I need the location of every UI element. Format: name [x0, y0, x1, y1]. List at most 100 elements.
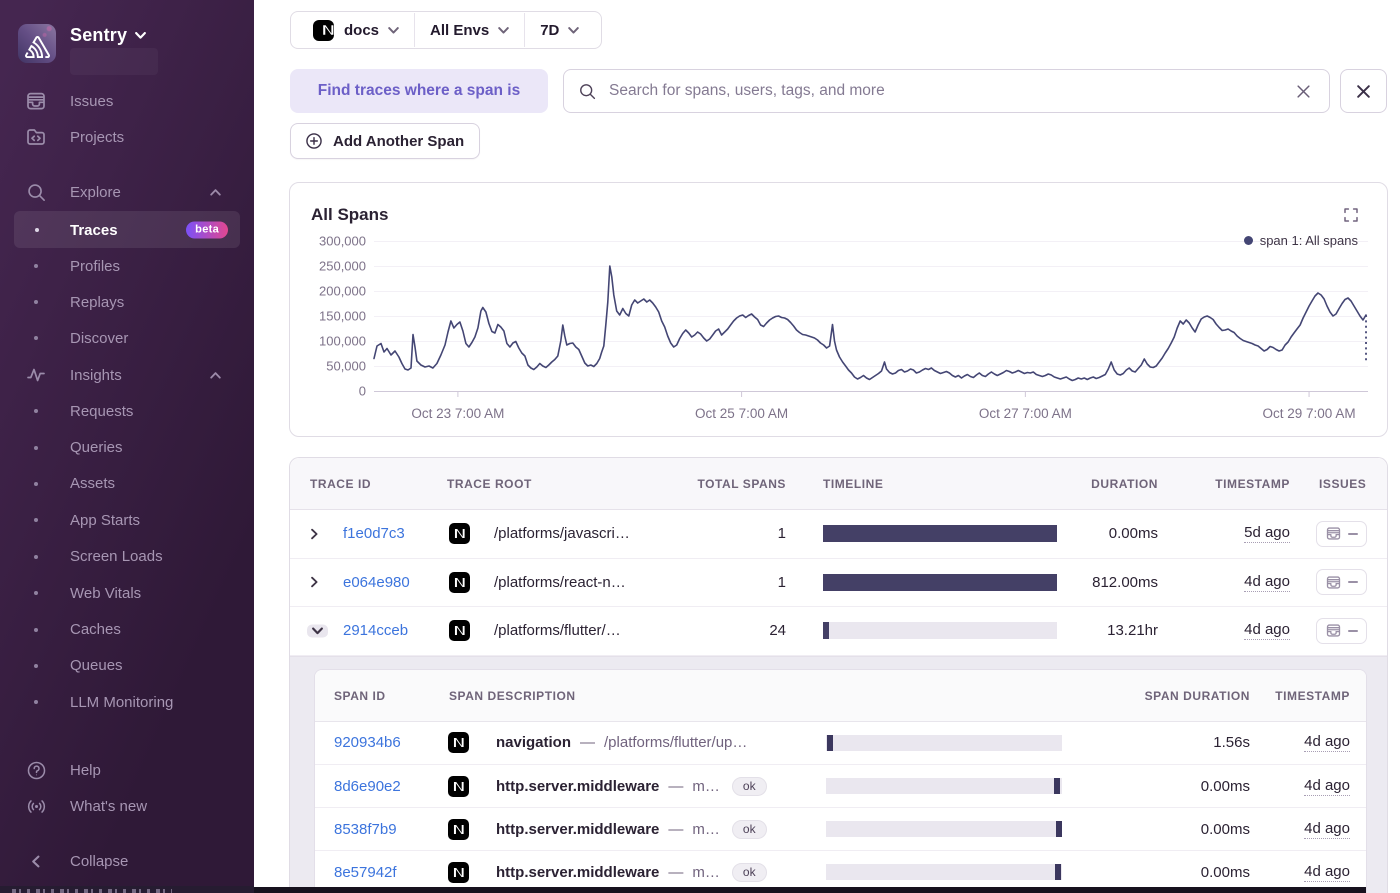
svg-text:0: 0: [359, 384, 366, 399]
sidebar-item-label: Screen Loads: [70, 548, 163, 566]
sidebar-item-app-starts[interactable]: App Starts: [0, 502, 254, 538]
total-spans: 1: [777, 525, 786, 543]
nextjs-icon: [449, 571, 470, 593]
sidebar-item-requests[interactable]: Requests: [0, 393, 254, 429]
span-timestamp[interactable]: 4d ago: [1304, 777, 1350, 796]
remove-span-filter-button[interactable]: [1340, 69, 1387, 113]
fullscreen-icon[interactable]: [1344, 208, 1358, 222]
sentry-logo[interactable]: [18, 24, 56, 63]
sidebar-item-assets[interactable]: Assets: [0, 466, 254, 502]
trace-timestamp[interactable]: 5d ago: [1244, 524, 1290, 544]
issues-icon: [1326, 526, 1341, 541]
dash-icon: [1347, 532, 1358, 535]
search-input[interactable]: [609, 82, 1292, 100]
issues-button[interactable]: [1316, 569, 1367, 596]
sidebar-item-queues[interactable]: Queues: [0, 648, 254, 684]
spans-subtable-header: SPAN ID SPAN DESCRIPTION SPAN DURATION TIME…: [315, 669, 1366, 722]
expand-row-chevron-icon[interactable]: [311, 528, 318, 540]
period-filter[interactable]: 7D: [525, 12, 594, 48]
trace-duration: 13.21hr: [1107, 622, 1158, 640]
span-id-link[interactable]: 920934b6: [334, 734, 401, 751]
status-badge: ok: [731, 819, 767, 839]
timeline-bar: [823, 622, 829, 640]
trace-timestamp[interactable]: 4d ago: [1244, 621, 1290, 641]
trace-id-link[interactable]: f1e0d7c3: [343, 525, 405, 542]
bullet-icon: [34, 481, 38, 486]
chevron-down-icon: [559, 26, 580, 34]
sidebar-item-caches[interactable]: Caches: [0, 611, 254, 647]
chevron-up-icon: [210, 188, 221, 196]
sidebar-item-discover[interactable]: Discover: [0, 320, 254, 356]
org-switcher[interactable]: Sentry: [18, 24, 158, 75]
legend-dot: [1243, 236, 1253, 245]
sidebar-item-explore[interactable]: Explore: [0, 174, 254, 210]
span-timestamp[interactable]: 4d ago: [1304, 733, 1350, 753]
span-id-link[interactable]: 8d6e90e2: [334, 778, 401, 795]
span-timestamp[interactable]: 4d ago: [1304, 863, 1350, 882]
span-row-920934b6: 920934b6 navigation — /platforms/flutter/up…: [315, 722, 1366, 765]
circle-plus-icon: [306, 133, 322, 149]
nextjs-icon: [448, 775, 469, 797]
sidebar-item-profiles[interactable]: Profiles: [0, 248, 254, 284]
sidebar-footer-nav: Help What's new: [0, 752, 254, 824]
trace-root: /platforms/javascri…: [494, 525, 630, 543]
nextjs-icon: [448, 732, 469, 754]
issues-button[interactable]: [1316, 617, 1367, 644]
project-filter[interactable]: docs: [298, 12, 414, 48]
span-id-link[interactable]: 8e57942f: [334, 864, 397, 881]
trace-timestamp[interactable]: 4d ago: [1244, 573, 1290, 592]
timeline-track: [823, 573, 1057, 591]
all-spans-line-chart[interactable]: 0 50,000 100,000 150,000 200,000 250,000 300,0…: [290, 183, 1387, 436]
column-header-issues: ISSUES: [1319, 477, 1367, 491]
bullet-icon: [34, 663, 38, 668]
sidebar-item-label: App Starts: [70, 511, 141, 529]
sidebar-collapse-button[interactable]: Collapse: [0, 843, 254, 879]
trace-duration: 812.00ms: [1092, 573, 1158, 591]
sidebar-item-traces[interactable]: Traces beta: [0, 211, 254, 248]
trace-id-link[interactable]: 2914cceb: [343, 622, 408, 639]
nextjs-icon: [313, 19, 334, 41]
span-row-8538f7b9: 8538f7b9 http.server.middleware — m… ok 0.00m…: [315, 808, 1366, 852]
sidebar-item-issues[interactable]: Issues: [0, 83, 254, 119]
sidebar-item-what-s-new[interactable]: What's new: [0, 788, 254, 824]
sidebar-item-insights[interactable]: Insights: [0, 357, 254, 393]
expand-row-chevron-icon[interactable]: [311, 577, 318, 588]
span-timeline-track: [826, 778, 1062, 795]
subcolumn-header-timestamp: TIMESTAMP: [1275, 688, 1350, 703]
column-header-duration: DURATION: [1091, 477, 1158, 491]
environment-filter[interactable]: All Envs: [415, 12, 524, 48]
span-timestamp[interactable]: 4d ago: [1304, 820, 1350, 839]
sidebar-item-label: Profiles: [70, 257, 121, 275]
span-description: m…: [692, 777, 720, 795]
sidebar-item-screen-loads[interactable]: Screen Loads: [0, 539, 254, 575]
svg-text:50,000: 50,000: [326, 359, 366, 374]
bullet-icon: [34, 518, 38, 523]
sidebar-item-help[interactable]: Help: [0, 752, 254, 788]
all-spans-chart-card: All Spans span 1: All spans 0 50,000 100,0…: [289, 182, 1388, 437]
sidebar-item-label: Queues: [70, 657, 123, 675]
trace-row-e064e980: e064e980/platforms/react-n… 1 812.00ms 4d a…: [290, 558, 1387, 608]
sidebar-item-web-vitals[interactable]: Web Vitals: [0, 575, 254, 611]
collapse-row-chevron-icon[interactable]: [307, 624, 328, 638]
project-filter-value: docs: [344, 21, 380, 39]
sidebar-item-replays[interactable]: Replays: [0, 284, 254, 320]
sidebar-item-queries[interactable]: Queries: [0, 429, 254, 465]
svg-text:200,000: 200,000: [319, 284, 366, 299]
span-description: m…: [692, 820, 720, 838]
sidebar-item-projects[interactable]: Projects: [0, 119, 254, 155]
trace-id-link[interactable]: e064e980: [343, 574, 410, 591]
issues-button[interactable]: [1316, 520, 1367, 547]
add-another-span-button[interactable]: Add Another Span: [290, 123, 481, 159]
span-id-link[interactable]: 8538f7b9: [334, 821, 397, 838]
span-timeline-bar: [1055, 864, 1061, 881]
clear-search-icon[interactable]: [1292, 80, 1315, 103]
trace-duration: 0.00ms: [1108, 525, 1158, 543]
sidebar-item-label: Replays: [70, 293, 125, 311]
search-bar[interactable]: [563, 69, 1330, 113]
find-traces-label: Find traces where a span is: [290, 69, 548, 113]
sidebar-item-llm-monitoring[interactable]: LLM Monitoring: [0, 684, 254, 720]
traces-table-card: TRACE ID TRACE ROOT TOTAL SPANS TIMELINE DUR…: [289, 457, 1388, 893]
chevron-left-icon: [25, 850, 47, 872]
timeline-track: [823, 622, 1057, 640]
page-filter-bar: docs All Envs 7D: [290, 11, 603, 49]
